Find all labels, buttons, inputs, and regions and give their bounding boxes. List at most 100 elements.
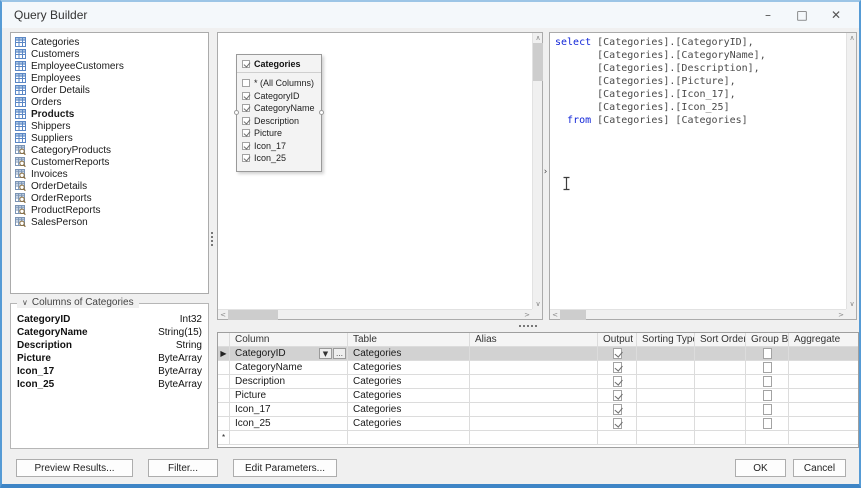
tables-list-item[interactable]: Employees	[11, 72, 208, 84]
grid-cell-column[interactable]: Icon_25	[230, 417, 348, 430]
tables-list-item[interactable]: OrderReports	[11, 192, 208, 204]
preview-results-button[interactable]: Preview Results...	[16, 459, 133, 477]
grid-data-row[interactable]: Icon_17 Categories	[218, 403, 858, 417]
diagram-horizontal-scrollbar[interactable]: < >	[218, 309, 532, 320]
grid-cell-aggregate[interactable]	[789, 403, 858, 416]
scroll-up-icon[interactable]: ∧	[533, 33, 543, 43]
grid-cell-sort-order[interactable]	[695, 417, 746, 430]
grid-cell-alias[interactable]	[470, 403, 598, 416]
diagram-field-row[interactable]: Description	[242, 115, 316, 128]
grid-cell-column[interactable]: CategoryName	[230, 361, 348, 374]
field-checkbox[interactable]	[242, 154, 250, 163]
scroll-down-icon[interactable]: ∨	[533, 299, 543, 309]
minimize-button[interactable]: –	[751, 2, 785, 28]
grid-cell-sort-order[interactable]	[695, 375, 746, 388]
field-checkbox[interactable]	[242, 104, 250, 113]
field-checkbox[interactable]	[242, 91, 250, 100]
grid-cell-column[interactable]: Description	[230, 375, 348, 388]
scrollbar-thumb[interactable]	[533, 43, 543, 81]
grid-cell-sorting-type[interactable]	[637, 361, 695, 374]
grid-cell-table[interactable]: Categories	[348, 375, 470, 388]
diagram-table-header[interactable]: Categories	[237, 55, 321, 73]
grid-header-cell[interactable]: Group By	[746, 333, 789, 346]
grid-empty-cell[interactable]	[746, 431, 789, 444]
diagram-field-row[interactable]: * (All Columns)	[242, 77, 316, 90]
columns-panel-header[interactable]: ∨ Columns of Categories	[17, 297, 139, 308]
field-checkbox[interactable]	[242, 116, 250, 125]
grid-cell-table[interactable]: Categories	[348, 347, 470, 360]
connector-handle-left[interactable]	[234, 110, 239, 115]
tables-list-item[interactable]: Suppliers	[11, 132, 208, 144]
grid-data-row[interactable]: Description Categories	[218, 375, 858, 389]
diagram-field-row[interactable]: Picture	[242, 127, 316, 140]
scroll-down-icon[interactable]: ∨	[847, 299, 857, 309]
group-by-checkbox[interactable]	[762, 348, 772, 359]
grid-data-row[interactable]: Picture Categories	[218, 389, 858, 403]
tables-list-item[interactable]: Customers	[11, 48, 208, 60]
field-checkbox[interactable]	[242, 141, 250, 150]
grid-header-cell[interactable]: Column	[230, 333, 348, 346]
diagram-field-row[interactable]: CategoryID	[242, 90, 316, 103]
grid-header-cell[interactable]: Output	[598, 333, 637, 346]
grid-cell-sorting-type[interactable]	[637, 389, 695, 402]
field-checkbox[interactable]	[242, 79, 250, 88]
sql-vertical-scrollbar[interactable]: ∧ ∨	[846, 33, 856, 309]
ok-button[interactable]: OK	[735, 459, 786, 477]
grid-cell-output[interactable]	[598, 375, 637, 388]
grid-cell-table[interactable]: Categories	[348, 403, 470, 416]
grid-data-row[interactable]: Icon_25 Categories	[218, 417, 858, 431]
grid-cell-alias[interactable]	[470, 347, 598, 360]
scrollbar-thumb[interactable]	[228, 310, 278, 320]
tables-list-item[interactable]: CategoryProducts	[11, 144, 208, 156]
grid-cell-output[interactable]	[598, 417, 637, 430]
connector-handle-right[interactable]	[319, 110, 324, 115]
grid-cell-aggregate[interactable]	[789, 417, 858, 430]
grid-cell-output[interactable]	[598, 389, 637, 402]
grid-empty-cell[interactable]	[348, 431, 470, 444]
cancel-button[interactable]: Cancel	[793, 459, 846, 477]
field-checkbox[interactable]	[242, 129, 250, 138]
grid-header-cell[interactable]: Sort Order	[695, 333, 746, 346]
scroll-left-icon[interactable]: <	[550, 310, 560, 320]
sql-horizontal-scrollbar[interactable]: < >	[550, 309, 846, 320]
group-by-checkbox[interactable]	[762, 376, 772, 387]
scroll-left-icon[interactable]: <	[218, 310, 228, 320]
tables-list-item[interactable]: SalesPerson	[11, 216, 208, 228]
tables-list-item[interactable]: EmployeeCustomers	[11, 60, 208, 72]
tables-list-item[interactable]: CustomerReports	[11, 156, 208, 168]
grid-cell-aggregate[interactable]	[789, 347, 858, 360]
sql-editor[interactable]: select [Categories].[CategoryID], [Categ…	[549, 32, 857, 320]
edit-parameters-button[interactable]: Edit Parameters...	[233, 459, 337, 477]
grid-cell-alias[interactable]	[470, 389, 598, 402]
grid-cell-column[interactable]: CategoryID ▼…	[230, 347, 348, 360]
grid-cell-sorting-type[interactable]	[637, 417, 695, 430]
grid-cell-group-by[interactable]	[746, 403, 789, 416]
grid-data-row[interactable]: CategoryName Categories	[218, 361, 858, 375]
grid-cell-table[interactable]: Categories	[348, 361, 470, 374]
scrollbar-thumb[interactable]	[560, 310, 586, 320]
grid-header-cell[interactable]: Aggregate	[789, 333, 858, 346]
grid-cell-group-by[interactable]	[746, 417, 789, 430]
grid-cell-alias[interactable]	[470, 375, 598, 388]
grid-cell-alias[interactable]	[470, 417, 598, 430]
grid-cell-column[interactable]: Picture	[230, 389, 348, 402]
grid-cell-sort-order[interactable]	[695, 389, 746, 402]
grid-header-cell[interactable]: Table	[348, 333, 470, 346]
grid-cell-group-by[interactable]	[746, 375, 789, 388]
group-by-checkbox[interactable]	[762, 418, 772, 429]
scroll-right-icon[interactable]: >	[836, 310, 846, 320]
grid-cell-sorting-type[interactable]	[637, 403, 695, 416]
grid-cell-alias[interactable]	[470, 361, 598, 374]
grid-empty-cell[interactable]	[695, 431, 746, 444]
output-checkbox[interactable]	[612, 390, 622, 401]
grid-cell-aggregate[interactable]	[789, 375, 858, 388]
grid-cell-output[interactable]	[598, 347, 637, 360]
grid-cell-group-by[interactable]	[746, 347, 789, 360]
grid-cell-table[interactable]: Categories	[348, 417, 470, 430]
output-checkbox[interactable]	[612, 376, 622, 387]
group-by-checkbox[interactable]	[762, 404, 772, 415]
grid-header-cell[interactable]: Sorting Type	[637, 333, 695, 346]
grid-cell-output[interactable]	[598, 403, 637, 416]
grid-cell-sort-order[interactable]	[695, 361, 746, 374]
diagram-field-row[interactable]: CategoryName	[242, 102, 316, 115]
